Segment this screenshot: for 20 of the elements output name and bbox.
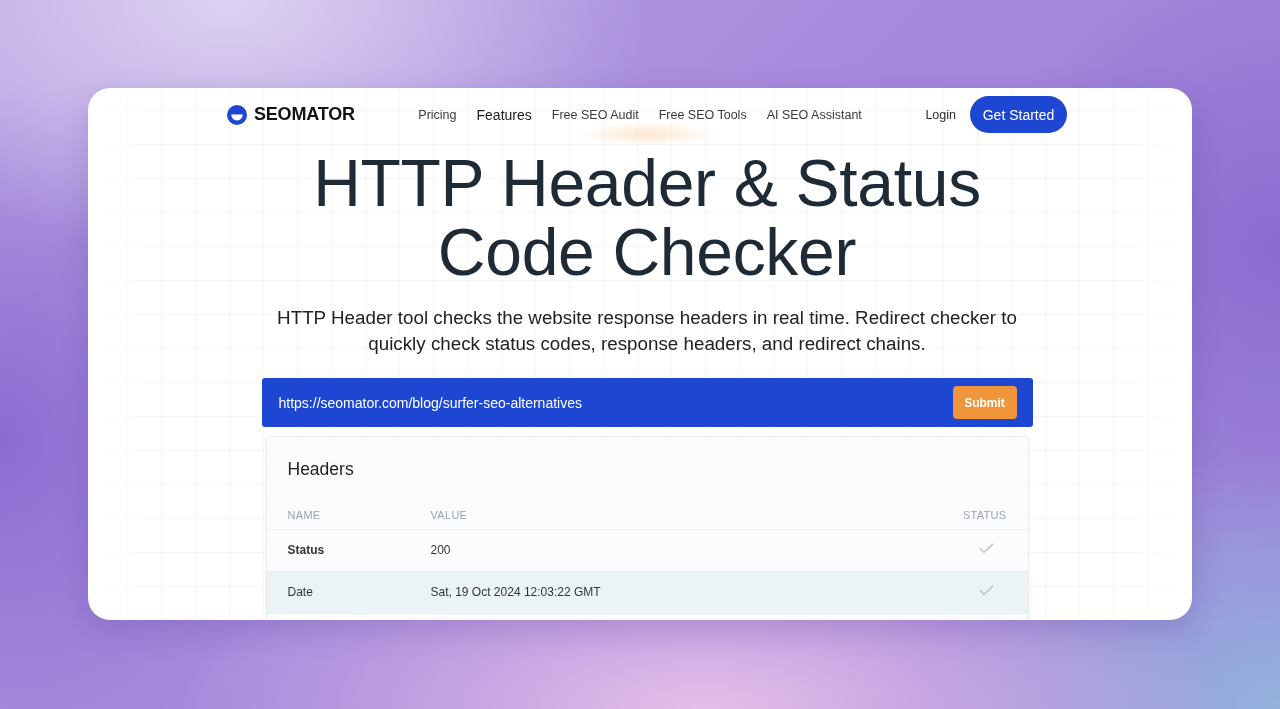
column-header: NAME: [266, 501, 431, 529]
panel-title: Headers: [287, 459, 355, 479]
nav-link[interactable]: Features: [476, 106, 532, 123]
brand-name[interactable]: SEOMATOR: [254, 104, 355, 125]
page-subtitle: HTTP Header tool checks the website response headers in real time. Redirect checker to quickly check status codes, response headers, and redirect chains.: [276, 306, 1018, 356]
header-name: Date: [287, 585, 313, 599]
header-value: 200: [430, 543, 451, 557]
column-header: STATUS: [863, 501, 1028, 529]
nav-link[interactable]: Free SEO Tools: [658, 107, 747, 122]
nav-link[interactable]: Free SEO Audit: [551, 107, 639, 122]
nav-link[interactable]: Pricing: [418, 107, 457, 122]
get-started-button[interactable]: Get Started: [970, 96, 1067, 133]
url-input-field[interactable]: https://seomator.com/blog/surfer-seo-alternatives Submit: [261, 378, 1033, 427]
logo-icon[interactable]: [227, 104, 247, 125]
page-title: HTTP Header & Status Code Checker: [312, 149, 982, 287]
nav-link[interactable]: AI SEO Assistant: [766, 107, 862, 122]
header-value: Sat, 19 Oct 2024 12:03:22 GMT: [430, 585, 601, 599]
header-name: Status: [287, 543, 325, 557]
column-header: VALUE: [430, 501, 864, 529]
login-link[interactable]: Login: [925, 107, 956, 122]
